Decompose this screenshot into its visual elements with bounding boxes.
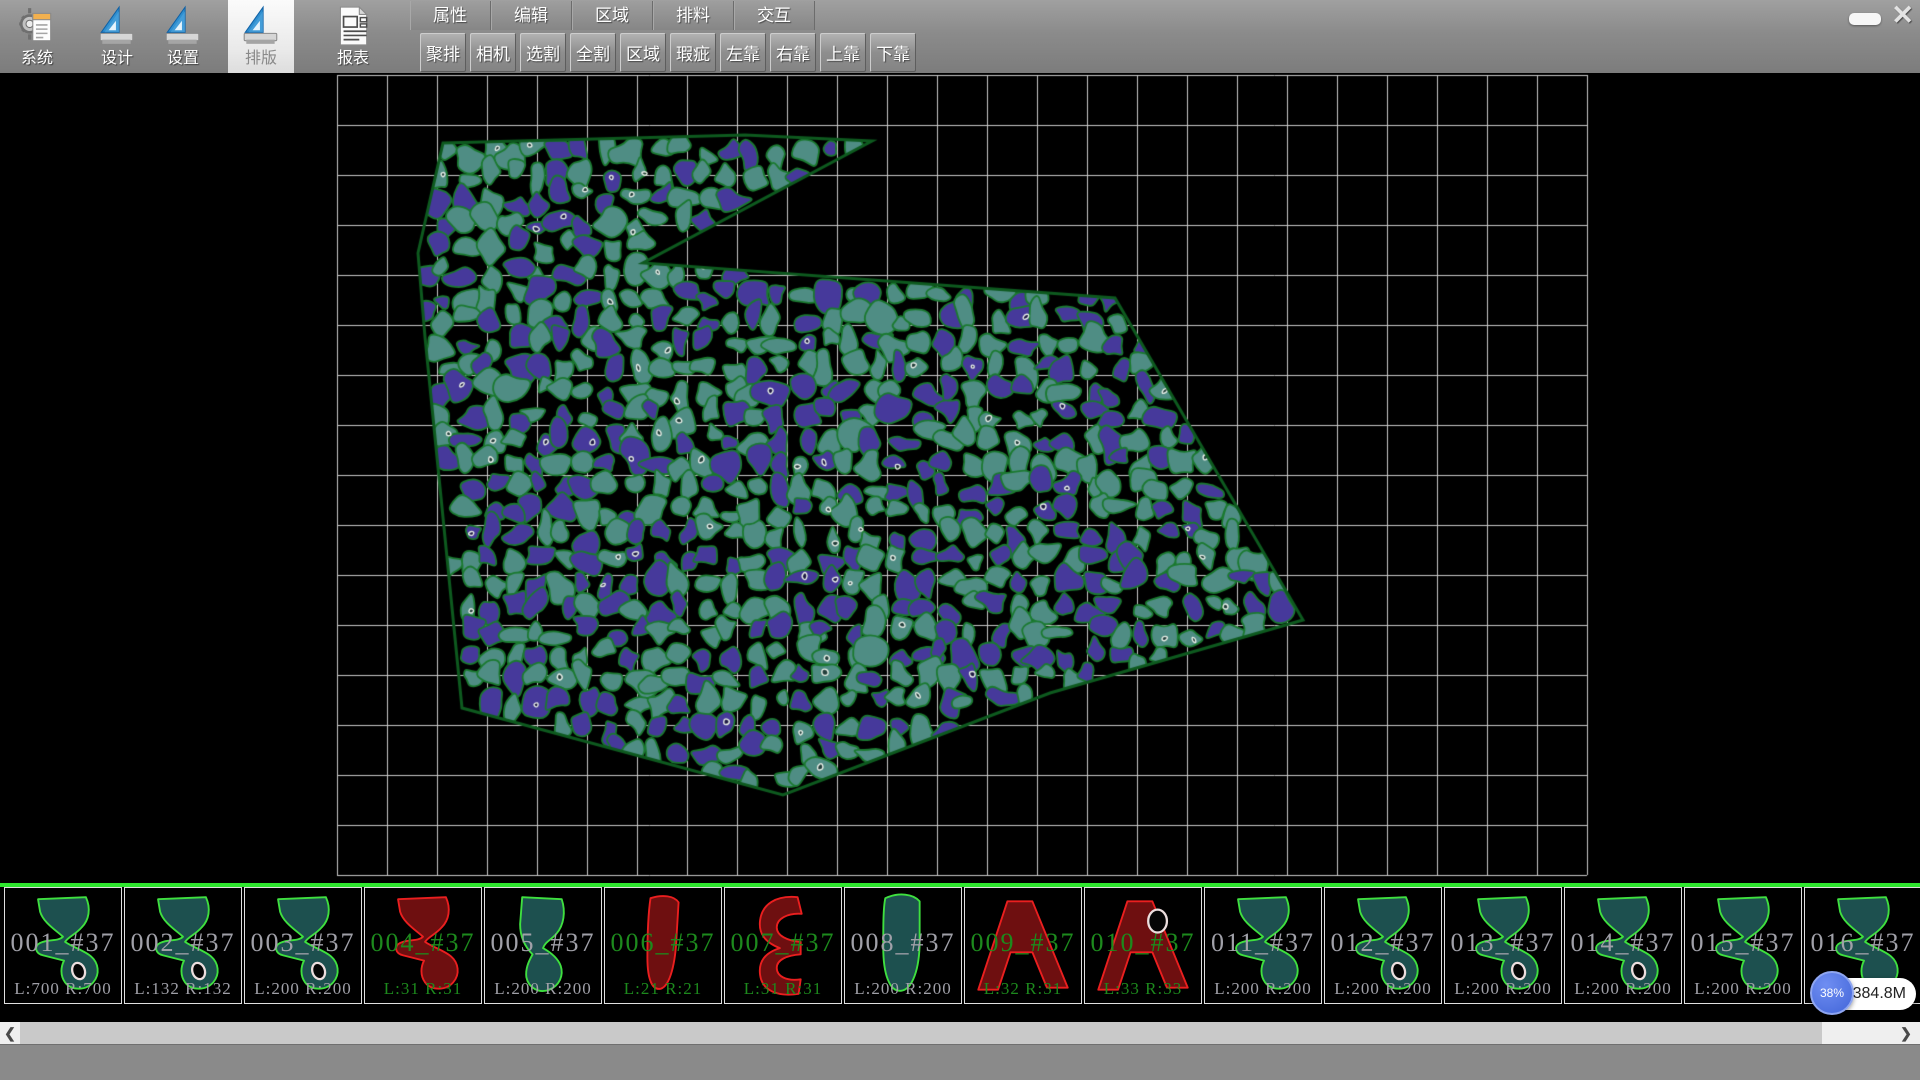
big-button-group: 系统 设计 设置 排版 [0,0,386,73]
tab-nesting[interactable]: 排料 [653,1,734,30]
tab-edit[interactable]: 编辑 [491,1,572,30]
window-controls: ✕ [1849,2,1914,28]
part-shape [251,890,355,1000]
part-thumbnail[interactable]: 012_#37 L:200 R:200 [1324,887,1442,1004]
part-thumbnail[interactable]: 003_#37 L:200 R:200 [244,887,362,1004]
cluster-nest-button[interactable]: 聚排 [420,33,466,72]
part-shape [1451,890,1555,1000]
part-shape [851,890,955,1000]
system-button[interactable]: 系统 [4,0,70,73]
progress-percent-badge: 38% [1810,971,1854,1015]
part-thumbnail[interactable]: 011_#37 L:200 R:200 [1204,887,1322,1004]
design-button[interactable]: 设计 [84,0,150,73]
cut-all-button[interactable]: 全割 [570,33,616,72]
report-button[interactable]: 报表 [320,0,386,73]
part-thumbnail[interactable]: 009_#37 L:32 R:31 [964,887,1082,1004]
part-shape [1331,890,1435,1000]
horizontal-scrollbar[interactable]: ❮ ❯ [0,1022,1920,1044]
select-cut-button[interactable]: 选割 [520,33,566,72]
design-ruler-icon [95,3,139,49]
align-left-button[interactable]: 左靠 [720,33,766,72]
tab-region[interactable]: 区域 [572,1,653,30]
region-button[interactable]: 区域 [620,33,666,72]
menu-tab-bar: 属性 编辑 区域 排料 交互 [410,1,815,30]
part-shape [611,890,715,1000]
part-shape [971,890,1075,1000]
parts-strip: 001_#37 L:700 R:700 002_#37 L:132 R:132 … [0,887,1920,1004]
settings-ruler-icon [161,3,205,49]
nesting-workspace [0,73,1920,883]
progress-bubble: 384.8M 38% [1810,969,1920,1019]
design-button-label: 设计 [101,49,133,69]
nesting-app-window: 系统 设计 设置 排版 [0,0,1920,1080]
report-icon [331,3,375,49]
system-icon [15,3,59,49]
status-bar [0,1044,1920,1080]
part-thumbnail[interactable]: 010_#37 L:33 R:33 [1084,887,1202,1004]
part-thumbnail[interactable]: 006_#37 L:21 R:21 [604,887,722,1004]
part-shape [1091,890,1195,1000]
tab-properties[interactable]: 属性 [410,1,491,30]
close-button[interactable]: ✕ [1891,2,1914,28]
layout-ruler-icon [239,3,283,49]
ribbon: 系统 设计 设置 排版 [0,0,1920,73]
part-thumbnail[interactable]: 013_#37 L:200 R:200 [1444,887,1562,1004]
part-thumbnail[interactable]: 007_#37 L:31 R:31 [724,887,842,1004]
system-button-label: 系统 [21,49,53,69]
part-thumbnail[interactable]: 014_#37 L:200 R:200 [1564,887,1682,1004]
align-top-button[interactable]: 上靠 [820,33,866,72]
part-shape [11,890,115,1000]
part-thumbnail[interactable]: 001_#37 L:700 R:700 [4,887,122,1004]
part-shape [1691,890,1795,1000]
part-shape [731,890,835,1000]
report-button-label: 报表 [337,49,369,69]
part-shape [371,890,475,1000]
part-shape [491,890,595,1000]
part-thumbnail[interactable]: 002_#37 L:132 R:132 [124,887,242,1004]
scrollbar-thumb[interactable] [20,1022,1822,1044]
part-thumbnail[interactable]: 004_#37 L:31 R:31 [364,887,482,1004]
nesting-canvas[interactable] [0,73,1920,883]
align-right-button[interactable]: 右靠 [770,33,816,72]
tool-button-row: 聚排 相机 选割 全割 区域 瑕疵 左靠 右靠 上靠 下靠 [420,33,920,71]
settings-button[interactable]: 设置 [150,0,216,73]
camera-button[interactable]: 相机 [470,33,516,72]
settings-button-label: 设置 [167,49,199,69]
layout-button[interactable]: 排版 [228,0,294,73]
scroll-left-arrow-icon[interactable]: ❮ [0,1022,20,1044]
part-shape [1571,890,1675,1000]
part-shape [131,890,235,1000]
tab-interact[interactable]: 交互 [734,1,815,30]
part-thumbnail[interactable]: 008_#37 L:200 R:200 [844,887,962,1004]
part-thumbnail[interactable]: 015_#37 L:200 R:200 [1684,887,1802,1004]
defect-button[interactable]: 瑕疵 [670,33,716,72]
layout-button-label: 排版 [245,49,277,69]
scroll-right-arrow-icon[interactable]: ❯ [1896,1022,1916,1044]
part-thumbnail[interactable]: 005_#37 L:200 R:200 [484,887,602,1004]
align-bottom-button[interactable]: 下靠 [870,33,916,72]
part-shape [1211,890,1315,1000]
minimize-button[interactable] [1849,13,1881,25]
